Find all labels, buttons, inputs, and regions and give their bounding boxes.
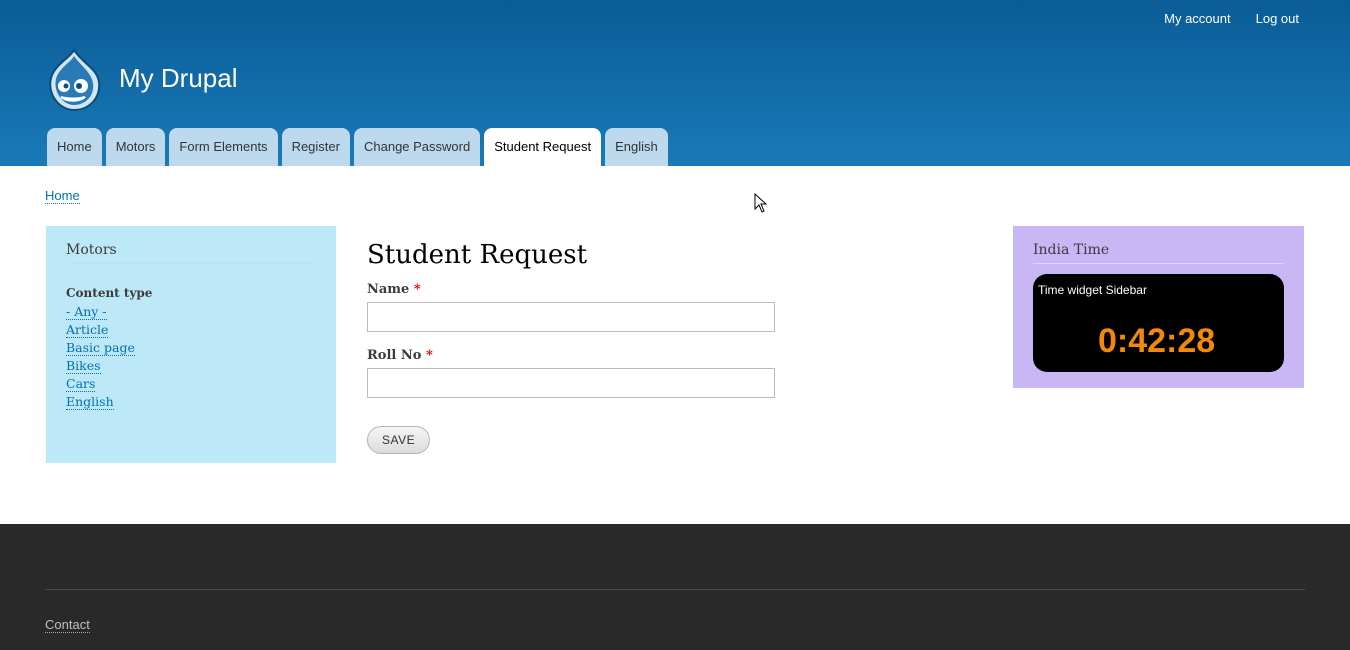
log-out-link[interactable]: Log out [1256,11,1299,26]
list-item: English [66,393,316,411]
required-marker: * [413,282,421,297]
facet-cars-link[interactable]: Cars [66,376,96,392]
name-label-text: Name [367,282,410,297]
page-title: Student Request [367,240,588,270]
tab-change-password[interactable]: Change Password [353,128,481,166]
motors-sidebar-block: Motors Content type - Any - Article Basi… [46,226,336,463]
facet-any-link[interactable]: - Any - [66,304,107,320]
tab-student-request[interactable]: Student Request [484,128,602,166]
roll-no-input[interactable] [367,368,775,398]
drupal-logo-icon[interactable] [45,48,103,114]
facet-basic-page-link[interactable]: Basic page [66,340,135,356]
site-name[interactable]: My Drupal [119,63,237,94]
time-widget-title: Time widget Sidebar [1038,283,1147,297]
breadcrumb-home-link[interactable]: Home [45,188,80,204]
site-footer: Contact [0,524,1350,650]
facet-article-link[interactable]: Article [66,322,109,338]
motors-block-title: Motors [66,242,316,264]
list-item: Article [66,321,316,339]
india-time-block-title: India Time [1033,242,1284,264]
main-menu: Home Motors Form Elements Register Chang… [47,128,668,166]
name-label: Name * [367,282,787,297]
save-button[interactable]: SAVE [367,426,431,454]
tab-register[interactable]: Register [281,128,350,166]
roll-no-label: Roll No * [367,348,787,363]
tab-motors[interactable]: Motors [105,128,166,166]
india-time-sidebar-block: India Time Time widget Sidebar 0:42:28 [1013,226,1304,388]
mouse-cursor-icon [754,193,768,213]
required-marker: * [425,348,433,363]
footer-divider [45,589,1305,590]
content-type-list: - Any - Article Basic page Bikes Cars En… [66,303,316,411]
list-item: Cars [66,375,316,393]
list-item: Bikes [66,357,316,375]
time-widget: Time widget Sidebar 0:42:28 [1033,274,1284,372]
name-input[interactable] [367,302,775,332]
tab-english[interactable]: English [605,128,668,166]
content-type-heading: Content type [66,286,153,300]
name-form-item: Name * [367,282,787,332]
main-content: Student Request Name * Roll No * SAVE [367,240,787,454]
list-item: Basic page [66,339,316,357]
facet-bikes-link[interactable]: Bikes [66,358,101,374]
facet-english-link[interactable]: English [66,394,114,410]
secondary-menu: My account Log out [1164,11,1299,26]
list-item: - Any - [66,303,316,321]
tab-form-elements[interactable]: Form Elements [169,128,278,166]
site-header: My account Log out My Drupal Home Motors… [0,0,1350,166]
time-widget-clock: 0:42:28 [1098,322,1216,360]
roll-no-form-item: Roll No * [367,348,787,398]
roll-no-label-text: Roll No [367,348,422,363]
contact-link[interactable]: Contact [45,617,90,633]
tab-home[interactable]: Home [47,128,102,166]
my-account-link[interactable]: My account [1164,11,1230,26]
